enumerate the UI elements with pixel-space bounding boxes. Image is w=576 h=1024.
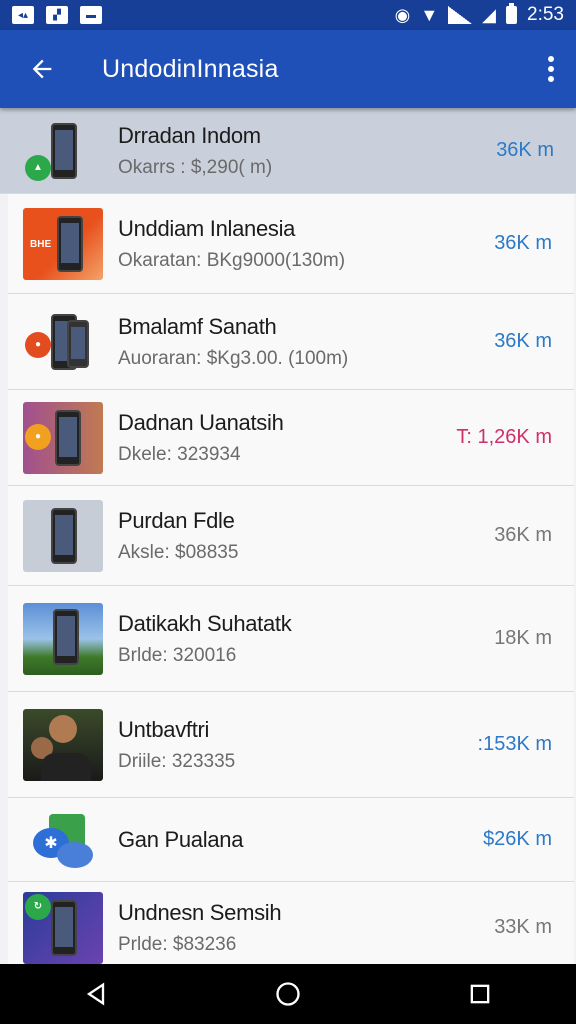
list-item-name: Untbavftri — [118, 716, 210, 742]
back-triangle-icon — [86, 982, 105, 1006]
list-item-text: Gan Pualana — [118, 827, 483, 853]
screen: ◂▴ ▞ ▬ ◉ ▼ ◢ 2:53 UndodinInnasia ▲ Drrad… — [0, 0, 576, 1024]
list-item-text: Drradan Indom Okarrs : $,290( m) — [118, 123, 496, 179]
list-item-name: Undnesn Semsih — [118, 899, 282, 925]
notification-icon: ◂▴ — [12, 6, 34, 24]
phone-thumbnail — [23, 499, 103, 572]
home-circle-icon — [276, 982, 300, 1006]
signal-icon — [448, 6, 473, 24]
list-item-name: Gan Pualana — [118, 826, 244, 852]
status-right: ◉ ▼ ◢ 2:53 — [394, 3, 564, 26]
person-body — [41, 752, 91, 781]
phone-thumbnail: ● — [23, 306, 103, 378]
nav-recents-button[interactable] — [450, 964, 510, 1024]
phone-icon — [53, 608, 79, 665]
wifi-icon: ▼ — [420, 4, 439, 25]
list-item-text: Untbavftri Driile: 323335 — [118, 717, 478, 773]
list-item[interactable]: ↻ Undnesn Semsih Prlde: $83236 33K m — [8, 882, 574, 964]
nav-home-button[interactable] — [258, 964, 318, 1024]
list-item-subtitle: Dkele: 323934 — [118, 443, 241, 465]
more-vert-icon — [548, 54, 554, 84]
alarm-icon: ◉ — [394, 4, 411, 25]
list-item-text: Undnesn Semsih Prlde: $83236 — [118, 900, 494, 956]
phone-thumbnail: BHE — [23, 207, 103, 280]
list-item-text: Unddiam Inlanesia Okaratan: BKg9000(130m… — [118, 216, 494, 272]
list-item-name: Drradan Indom — [118, 122, 261, 148]
banner-badge: BHE — [30, 239, 52, 250]
person-face — [49, 714, 77, 743]
system-nav-bar — [0, 964, 576, 1024]
status-left: ◂▴ ▞ ▬ — [12, 6, 102, 24]
chat-thumbnail: ✱ — [23, 804, 103, 876]
list-item-subtitle: Okarrs : $,290( m) — [118, 156, 273, 178]
list-item-distance: 18K m — [494, 627, 552, 649]
list-item[interactable]: Datikakh Suhatatk Brlde: 320016 18K m — [8, 586, 574, 692]
list-item-name: Purdan Fdle — [118, 507, 235, 533]
list-item-subtitle: Driile: 323335 — [118, 750, 236, 772]
list-item-distance: 33K m — [494, 916, 552, 938]
phone-icon — [55, 409, 81, 466]
list-item-subtitle: Brlde: 320016 — [118, 644, 237, 666]
store-list: ▲ Drradan Indom Okarrs : $,290( m) 36K m… — [0, 108, 576, 964]
battery-icon — [506, 3, 518, 24]
list-item-name: Unddiam Inlanesia — [118, 215, 296, 241]
list-item-text: Dadnan Uanatsih Dkele: 323934 — [118, 410, 456, 466]
list-item[interactable]: ▲ Drradan Indom Okarrs : $,290( m) 36K m — [0, 108, 576, 194]
phone-icon — [51, 122, 77, 179]
list-item-name: Bmalamf Sanath — [118, 313, 277, 339]
location-badge-icon: ▲ — [25, 154, 51, 181]
list-item-name: Dadnan Uanatsih — [118, 409, 284, 435]
chat-bubble-icon — [57, 841, 93, 868]
back-button[interactable] — [12, 30, 72, 108]
list-item[interactable]: BHE Unddiam Inlanesia Okaratan: BKg9000(… — [8, 194, 574, 294]
phone-thumbnail: ● — [23, 401, 103, 474]
list-item-subtitle: Okaratan: BKg9000(130m) — [118, 249, 346, 271]
offer-badge-icon: ● — [25, 423, 51, 450]
nav-back-button[interactable] — [66, 964, 126, 1024]
list-item-name: Datikakh Suhatatk — [118, 610, 292, 636]
list-item-subtitle: Aksle: $08835 — [118, 541, 239, 563]
page-title: UndodinInnasia — [102, 54, 279, 83]
no-sim-icon: ◢ — [482, 4, 497, 25]
list-item-distance: T: 1,26K m — [456, 426, 552, 448]
list-item-text: Purdan Fdle Aksle: $08835 — [118, 508, 494, 564]
status-time: 2:53 — [527, 4, 564, 25]
list-item-subtitle: Prlde: $83236 — [118, 933, 237, 955]
list-item[interactable]: ● Dadnan Uanatsih Dkele: 323934 T: 1,26K… — [8, 390, 574, 486]
list-item-distance: :153K m — [477, 733, 552, 755]
list-item-distance: 36K m — [494, 232, 552, 254]
list-item-subtitle: Auoraran: $Kg3.00. (100m) — [118, 347, 349, 369]
list-item[interactable]: ✱ Gan Pualana $26K m — [8, 798, 574, 882]
phone-icon — [51, 507, 77, 564]
offer-badge-icon: ● — [25, 331, 51, 358]
list-item-distance: 36K m — [494, 524, 552, 546]
refresh-badge-icon: ↻ — [25, 893, 51, 920]
phone-icon — [51, 899, 77, 956]
phone-thumbnail: ▲ — [23, 115, 103, 187]
app-bar: UndodinInnasia — [0, 30, 576, 108]
list-item[interactable]: Untbavftri Driile: 323335 :153K m — [8, 692, 574, 798]
arrow-left-icon — [32, 59, 52, 79]
phone-icon — [57, 215, 83, 272]
list-item[interactable]: ● Bmalamf Sanath Auoraran: $Kg3.00. (100… — [8, 294, 574, 390]
more-options-button[interactable] — [526, 30, 576, 108]
list-item-text: Datikakh Suhatatk Brlde: 320016 — [118, 611, 494, 667]
list-item-distance: 36K m — [496, 139, 554, 161]
phone-thumbnail — [23, 602, 103, 675]
gallery-icon: ▞ — [46, 6, 68, 24]
status-bar: ◂▴ ▞ ▬ ◉ ▼ ◢ 2:53 — [0, 0, 576, 30]
list-item-text: Bmalamf Sanath Auoraran: $Kg3.00. (100m) — [118, 314, 494, 370]
phone-icon — [67, 319, 89, 368]
list-item-distance: 36K m — [494, 330, 552, 352]
recents-square-icon — [470, 984, 490, 1004]
list-item-distance: $26K m — [483, 828, 552, 850]
list-item[interactable]: Purdan Fdle Aksle: $08835 36K m — [8, 486, 574, 586]
people-thumbnail — [23, 708, 103, 781]
phone-thumbnail: ↻ — [23, 891, 103, 964]
message-icon: ▬ — [80, 6, 102, 24]
